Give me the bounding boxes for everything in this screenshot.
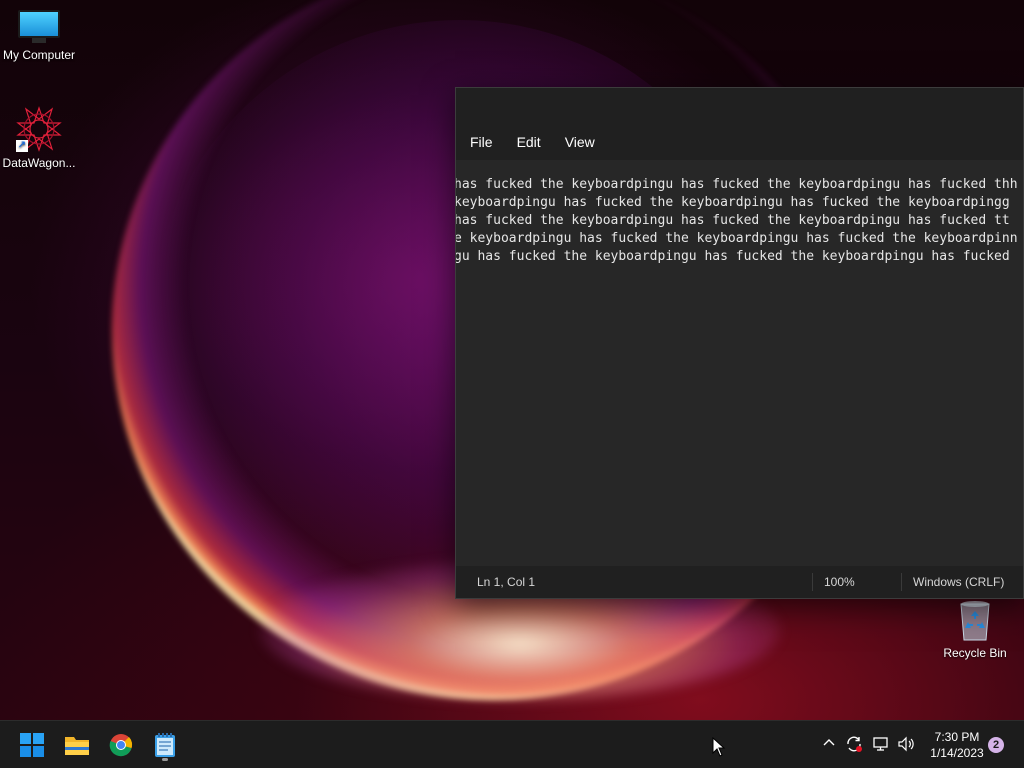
folder-icon <box>65 737 89 755</box>
menu-bar: File Edit View <box>456 124 1023 160</box>
chrome-icon <box>109 734 133 757</box>
file-explorer-button[interactable] <box>59 727 95 763</box>
desktop-icon-label: My Computer <box>2 48 76 62</box>
status-bar: Ln 1, Col 1 100% Windows (CRLF) <box>456 566 1023 598</box>
editor-line: has fucked the keyboardpingu has fucked … <box>456 213 1010 228</box>
monitor-icon <box>18 10 60 44</box>
mouse-cursor-icon <box>712 736 726 762</box>
editor-line: gu has fucked the keyboardpingu has fuck… <box>456 249 1010 264</box>
recycle-bin-icon <box>957 600 993 642</box>
start-button[interactable] <box>14 727 50 763</box>
datawagon-star-icon: ↗ <box>16 106 62 152</box>
text-editor-area[interactable]: has fucked the keyboardpingu has fucked … <box>456 160 1023 566</box>
line-ending: Windows (CRLF) <box>913 575 1005 589</box>
network-icon[interactable] <box>871 735 891 755</box>
editor-line: e keyboardpingu has fucked the keyboardp… <box>456 231 1018 246</box>
sync-icon[interactable] <box>844 735 864 755</box>
editor-line: keyboardpingu has fucked the keyboardpin… <box>456 195 1010 210</box>
clock-date: 1/14/2023 <box>930 746 984 760</box>
active-indicator <box>162 758 168 761</box>
notepad-icon <box>155 733 175 757</box>
window-titlebar[interactable] <box>456 88 1023 124</box>
desktop-icon-datawagon[interactable]: ↗ DataWagon... <box>0 106 78 170</box>
notepad-taskbar-button[interactable] <box>147 727 183 763</box>
notepad-window[interactable]: File Edit View has fucked the keyboardpi… <box>455 87 1024 599</box>
system-clock[interactable]: 7:30 PM 1/14/2023 <box>918 729 996 761</box>
shortcut-arrow-icon: ↗ <box>16 140 28 152</box>
chrome-button[interactable] <box>103 727 139 763</box>
desktop-icon-label: DataWagon... <box>2 156 76 170</box>
menu-edit[interactable]: Edit <box>505 128 553 156</box>
zoom-level: 100% <box>824 575 855 589</box>
volume-icon[interactable] <box>896 735 916 755</box>
cursor-position: Ln 1, Col 1 <box>477 575 536 589</box>
desktop-icon-recycle-bin[interactable]: Recycle Bin <box>936 600 1014 660</box>
taskbar: 7:30 PM 1/14/2023 2 <box>0 720 1024 768</box>
clock-time: 7:30 PM <box>934 730 980 744</box>
menu-file[interactable]: File <box>458 128 505 156</box>
editor-line: has fucked the keyboardpingu has fucked … <box>456 177 1018 192</box>
windows-logo-icon <box>20 733 44 757</box>
desktop-icon-label: Recycle Bin <box>943 646 1007 660</box>
notification-badge[interactable]: 2 <box>988 737 1004 753</box>
show-hidden-icons-chevron-icon[interactable] <box>819 735 839 755</box>
menu-view[interactable]: View <box>553 128 607 156</box>
desktop-icon-my-computer[interactable]: My Computer <box>0 10 78 62</box>
